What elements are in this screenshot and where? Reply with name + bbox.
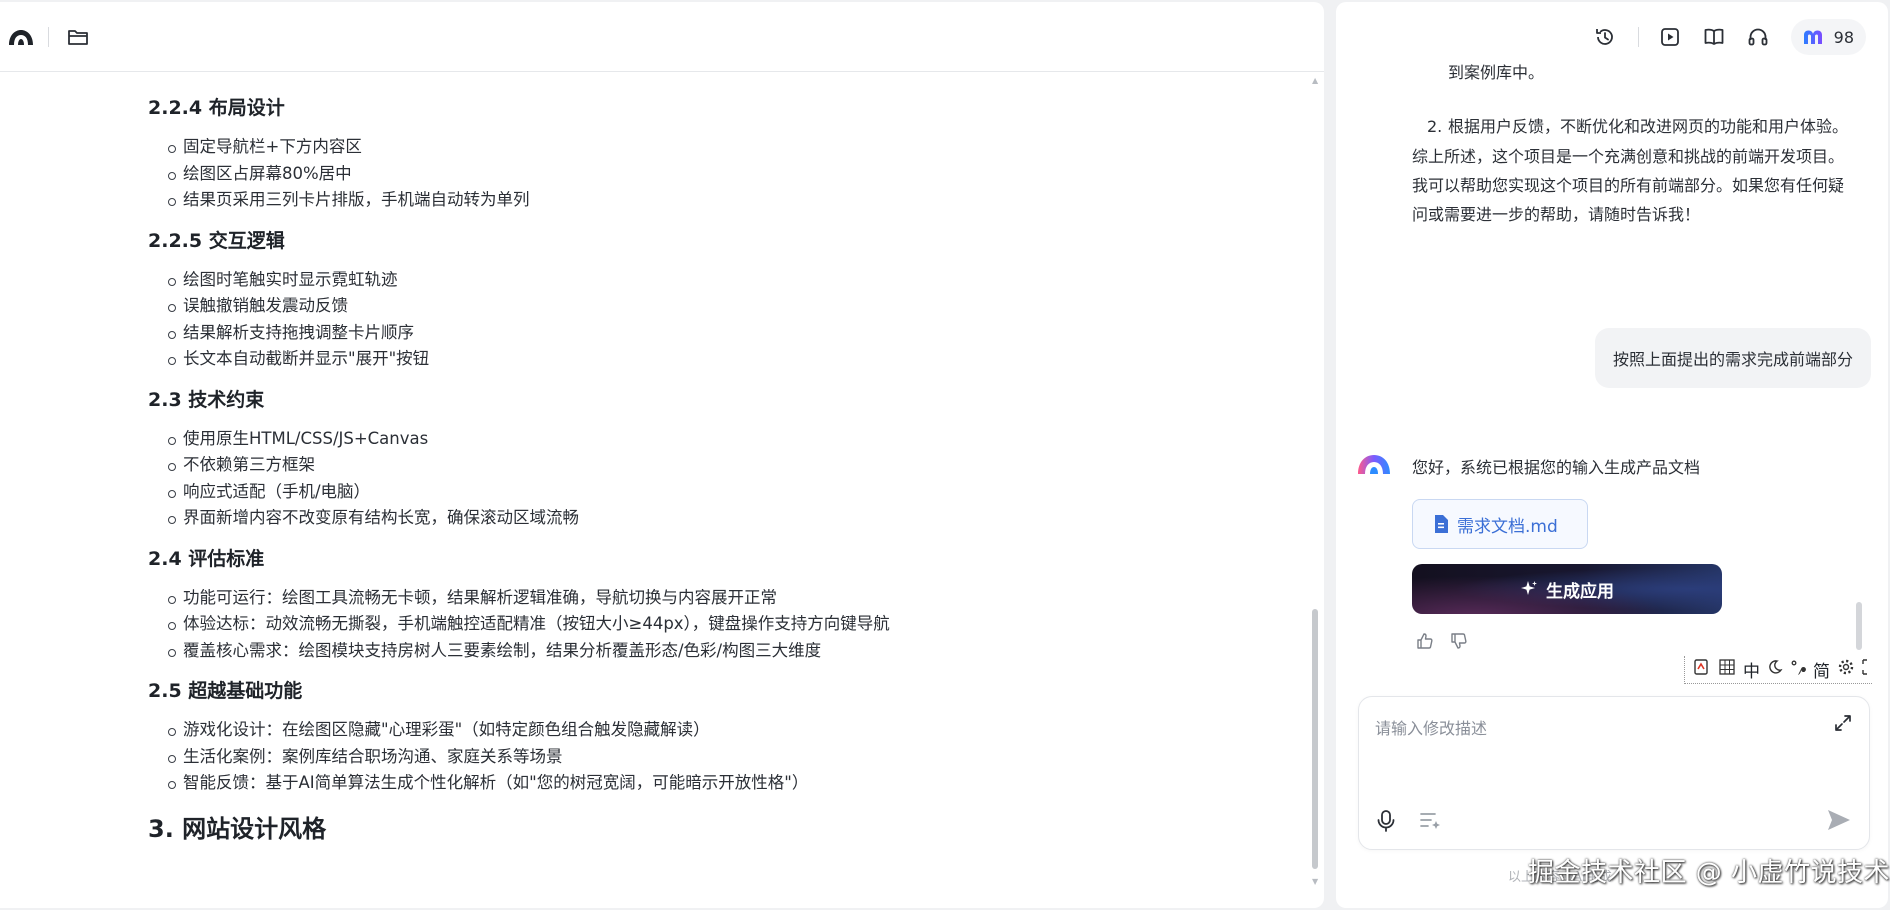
list-item: 生活化案例：案例库结合职场沟通、家庭关系等场景: [168, 744, 1298, 771]
list-item: 不依赖第三方框架: [168, 452, 1298, 479]
punctuation-icon[interactable]: [1790, 658, 1806, 681]
summary-text: 综上所述，这个项目是一个充满创意和挑战的前端开发项目。我可以帮助您实现这个项目的…: [1412, 147, 1845, 224]
list-item: 结果页采用三列卡片排版，手机端自动转为单列: [168, 187, 1298, 214]
section-heading: 2.5 超越基础功能: [148, 680, 303, 702]
document-panel: 2.2.4 布局设计 固定导航栏+下方内容区 绘图区占屏幕80%居中 结果页采用…: [0, 2, 1324, 908]
section-heading: 2.2.4 布局设计: [148, 97, 285, 119]
section-heading: 2.3 技术约束: [148, 388, 265, 411]
generate-app-button[interactable]: 生成应用: [1412, 564, 1722, 614]
list-item: 绘图区占屏幕80%居中: [168, 161, 1298, 188]
document-header: [0, 2, 1324, 72]
section-list: 绘图时笔触实时显示霓虹轨迹 误触撤销触发震动反馈 结果解析支持拖拽调整卡片顺序 …: [148, 267, 1298, 373]
header-divider: [48, 26, 49, 47]
numbered-list-item: 2. 根据用户反馈，不断优化和改进网页的功能和用户体验。: [1412, 112, 1852, 141]
headphones-icon[interactable]: [1743, 22, 1773, 52]
scrollbar-thumb[interactable]: [1312, 609, 1318, 869]
modify-input-box[interactable]: 请输入修改描述: [1358, 696, 1870, 850]
prompt-list-icon[interactable]: [1419, 809, 1443, 835]
list-item: 覆盖核心需求：绘图模块支持房树人三要素绘制，结果分析覆盖形态/色彩/构图三大维度: [168, 638, 1298, 665]
list-item: 使用原生HTML/CSS/JS+Canvas: [168, 426, 1298, 453]
ime-expand-icon[interactable]: [1862, 658, 1872, 681]
feedback-row: [1416, 632, 1468, 654]
section-list: 使用原生HTML/CSS/JS+Canvas 不依赖第三方框架 响应式适配（手机…: [148, 426, 1298, 532]
assistant-avatar-icon: [1356, 452, 1392, 480]
chat-toolbar: 98: [1336, 2, 1888, 72]
list-item: 界面新增内容不改变原有结构长宽，确保滚动区域流畅: [168, 505, 1298, 532]
list-number: 2.: [1427, 117, 1443, 136]
scroll-down-arrow-icon[interactable]: ▼: [1312, 877, 1318, 886]
folder-icon[interactable]: [63, 22, 93, 52]
list-item: 智能反馈：基于AI简单算法生成个性化解析（如"您的树冠宽阔，可能暗示开放性格"）: [168, 770, 1298, 797]
credits-badge[interactable]: 98: [1790, 19, 1866, 55]
book-icon[interactable]: [1699, 22, 1729, 52]
list-item: 体验达标：动效流畅无撕裂，手机端触控适配精准（按钮大小≥44px），键盘操作支持…: [168, 611, 1298, 638]
list-item: 功能可运行：绘图工具流畅无卡顿，结果解析逻辑准确，导航切换与内容展开正常: [168, 585, 1298, 612]
credits-value: 98: [1833, 27, 1854, 47]
section-list: 功能可运行：绘图工具流畅无卡顿，结果解析逻辑准确，导航切换与内容展开正常 体验达…: [148, 585, 1298, 665]
list-item: 结果解析支持拖拽调整卡片顺序: [168, 320, 1298, 347]
ime-simplified-mode[interactable]: 简: [1813, 657, 1830, 682]
section-heading: 2.4 评估标准: [148, 547, 265, 570]
list-item: 绘图时笔触实时显示霓虹轨迹: [168, 267, 1298, 294]
expand-icon[interactable]: [1833, 713, 1853, 737]
toolbar-divider: [1637, 27, 1639, 47]
ime-toolbar: 中 简: [1684, 656, 1872, 684]
ime-chinese-mode[interactable]: 中: [1743, 657, 1760, 682]
chat-history: 到案例库中。 2. 根据用户反馈，不断优化和改进网页的功能和用户体验。 综上所述…: [1336, 62, 1888, 682]
document-file-icon: [1435, 515, 1448, 533]
microphone-icon[interactable]: [1375, 809, 1397, 837]
user-message-text: 按照上面提出的需求完成前端部分: [1612, 350, 1853, 369]
moon-icon[interactable]: [1767, 659, 1783, 680]
ai-message: 2. 根据用户反馈，不断优化和改进网页的功能和用户体验。 综上所述，这个项目是一…: [1412, 112, 1852, 229]
send-icon[interactable]: [1825, 807, 1853, 837]
thumbs-down-icon[interactable]: [1450, 632, 1468, 654]
scroll-up-arrow-icon[interactable]: ▲: [1312, 76, 1318, 85]
file-attachment-card[interactable]: 需求文档.md: [1412, 499, 1588, 549]
document-content: 2.2.4 布局设计 固定导航栏+下方内容区 绘图区占屏幕80%居中 结果页采用…: [148, 94, 1298, 847]
list-item: 响应式适配（手机/电脑）: [168, 479, 1298, 506]
section-list: 游戏化设计：在绘图区隐藏"心理彩蛋"（如特定颜色组合触发隐藏解读） 生活化案例：…: [148, 717, 1298, 797]
ime-settings-gear-icon[interactable]: [1837, 658, 1855, 681]
list-item: 误触撤销触发震动反馈: [168, 293, 1298, 320]
sparkle-icon: [1521, 581, 1537, 595]
list-item-text: 根据用户反馈，不断优化和改进网页的功能和用户体验。: [1448, 117, 1849, 136]
user-message-bubble: 按照上面提出的需求完成前端部分: [1594, 328, 1871, 388]
app-logo-icon[interactable]: [6, 22, 36, 52]
history-icon[interactable]: [1590, 22, 1620, 52]
thumbs-up-icon[interactable]: [1416, 632, 1434, 654]
chat-scrollbar-thumb[interactable]: [1856, 602, 1862, 650]
credits-logo-icon: [1803, 30, 1822, 44]
list-item: 固定导航栏+下方内容区: [168, 134, 1298, 161]
document-scrollbar[interactable]: ▲ ▼: [1310, 74, 1320, 886]
play-icon[interactable]: [1655, 22, 1685, 52]
section-heading: 2.2.5 交互逻辑: [148, 229, 285, 252]
section-list: 固定导航栏+下方内容区 绘图区占屏幕80%居中 结果页采用三列卡片排版，手机端自…: [148, 134, 1298, 214]
list-item: 长文本自动截断并显示"展开"按钮: [168, 346, 1298, 373]
chapter-heading: 3. 网站设计风格: [148, 814, 327, 843]
list-item: 游戏化设计：在绘图区隐藏"心理彩蛋"（如特定颜色组合触发隐藏解读）: [168, 717, 1298, 744]
keyboard-grid-icon[interactable]: [1718, 658, 1736, 681]
watermark-text: 掘金技术社区 @ 小虚竹说技术: [1528, 858, 1890, 888]
ime-logo-icon[interactable]: [1693, 658, 1711, 681]
generate-app-label: 生成应用: [1546, 581, 1614, 602]
modify-input-placeholder[interactable]: 请输入修改描述: [1375, 715, 1487, 739]
file-name: 需求文档.md: [1457, 516, 1558, 537]
assistant-greeting: 您好，系统已根据您的输入生成产品文档: [1412, 458, 1701, 477]
